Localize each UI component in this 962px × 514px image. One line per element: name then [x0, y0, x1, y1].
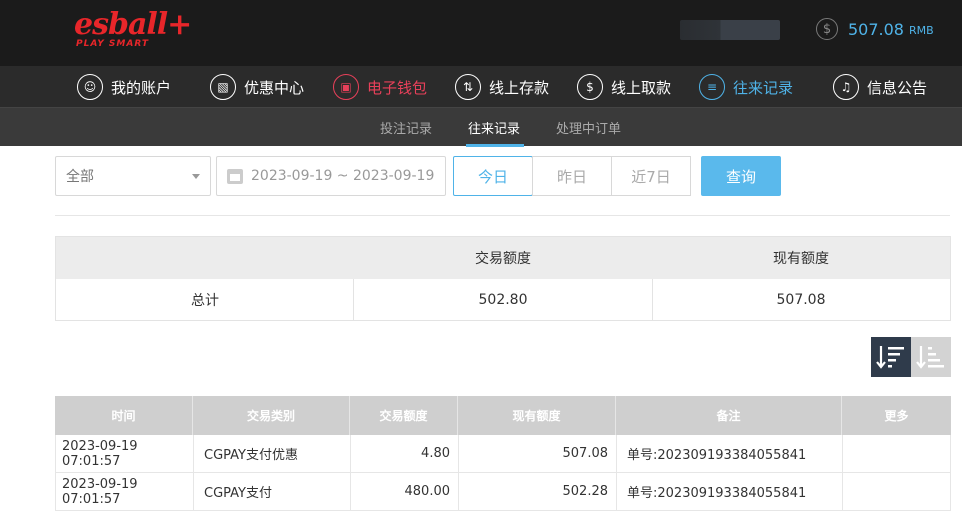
- nav-online-deposit[interactable]: ⇅ 线上存款: [455, 72, 549, 102]
- cell-amount: 4.80: [351, 435, 459, 472]
- active-tab-indicator: [466, 144, 524, 147]
- main-nav: ☺ 我的账户 ▧ 优惠中心 ▣ 电子钱包 ⇅ 线上存款 $ 线上取款 ≡ 往来记…: [0, 66, 962, 107]
- dollar-coin-icon: $: [816, 18, 838, 40]
- nav-transaction-records[interactable]: ≡ 往来记录: [699, 72, 793, 102]
- summary-table: 交易额度 现有额度 总计 502.80 507.08: [55, 236, 951, 321]
- date-range-input[interactable]: 2023-09-19 ~ 2023-09-19: [216, 156, 446, 196]
- range-last7days-button[interactable]: 近7日: [611, 156, 691, 196]
- tab-bet-records[interactable]: 投注记录: [380, 118, 432, 137]
- cell-balance: 502.28: [459, 473, 617, 510]
- nav-label: 优惠中心: [244, 78, 305, 97]
- wallet-icon: ▣: [333, 74, 359, 100]
- range-yesterday-button[interactable]: 昨日: [532, 156, 612, 196]
- balance-unit: RMB: [908, 24, 934, 37]
- nav-online-withdraw[interactable]: $ 线上取款: [577, 72, 671, 102]
- masked-username: [680, 20, 780, 40]
- range-today-button[interactable]: 今日: [453, 156, 533, 196]
- cell-note: 单号:202309193384055841: [617, 473, 843, 510]
- nav-e-wallet[interactable]: ▣ 电子钱包: [333, 72, 427, 102]
- withdraw-icon: $: [577, 74, 603, 100]
- nav-label: 我的账户: [111, 78, 172, 97]
- tab-transaction-records[interactable]: 往来记录: [468, 118, 520, 137]
- summary-total-label: 总计: [191, 292, 219, 309]
- records-icon: ≡: [699, 74, 725, 100]
- nav-announcements[interactable]: ♫ 信息公告: [833, 72, 927, 102]
- sort-desc-button[interactable]: [871, 337, 911, 377]
- cell-more[interactable]: [843, 473, 951, 510]
- balance-display: $ 507.08 RMB: [816, 17, 934, 41]
- cell-balance: 507.08: [459, 435, 617, 472]
- column-header-category[interactable]: 交易类别: [193, 396, 350, 435]
- top-header: esball+ PLAY SMART $ 507.08 RMB: [0, 0, 962, 66]
- esball-logo[interactable]: esball+ PLAY SMART: [74, 8, 192, 52]
- gift-icon: ▧: [210, 74, 236, 100]
- column-header-amount[interactable]: 交易额度: [350, 396, 458, 435]
- tab-pending-orders[interactable]: 处理中订单: [556, 118, 621, 137]
- nav-promotions[interactable]: ▧ 优惠中心: [210, 72, 304, 102]
- cell-note: 单号:202309193384055841: [617, 435, 843, 472]
- chevron-down-icon: [192, 174, 200, 179]
- sub-nav: 投注记录 往来记录 处理中订单: [0, 107, 962, 147]
- cell-time: 2023-09-19 07:01:57: [56, 473, 194, 510]
- divider: [55, 215, 950, 216]
- column-header-time[interactable]: 时间: [55, 396, 193, 435]
- summary-header-amount: 交易额度: [475, 251, 531, 267]
- nav-label: 信息公告: [867, 78, 928, 97]
- nav-label: 线上存款: [489, 78, 550, 97]
- table-row: 2023-09-19 07:01:57 CGPAY支付优惠 4.80 507.0…: [55, 435, 951, 473]
- type-select[interactable]: 全部: [55, 156, 211, 196]
- logo-tagline: PLAY SMART: [76, 39, 149, 49]
- deposit-icon: ⇅: [455, 74, 481, 100]
- logo-wordmark: esball+: [74, 7, 192, 42]
- summary-transaction-total: 502.80: [478, 291, 528, 308]
- nav-label: 线上取款: [611, 78, 672, 97]
- records-table-header: 时间 交易类别 交易额度 现有额度 备注 更多: [55, 396, 951, 435]
- sort-asc-button[interactable]: [911, 337, 951, 377]
- nav-my-account[interactable]: ☺ 我的账户: [77, 72, 171, 102]
- summary-header-balance: 现有额度: [773, 251, 829, 267]
- cell-category: CGPAY支付: [194, 473, 351, 510]
- column-header-note[interactable]: 备注: [616, 396, 842, 435]
- calendar-icon: [227, 168, 243, 184]
- sort-desc-icon: [876, 346, 904, 369]
- cell-category: CGPAY支付优惠: [194, 435, 351, 472]
- column-header-balance[interactable]: 现有额度: [458, 396, 616, 435]
- column-header-more[interactable]: 更多: [842, 396, 951, 435]
- summary-current-total: 507.08: [776, 291, 826, 308]
- nav-label: 电子钱包: [367, 78, 428, 97]
- cell-amount: 480.00: [351, 473, 459, 510]
- user-icon: ☺: [77, 74, 103, 100]
- query-button[interactable]: 查询: [701, 156, 781, 196]
- sort-asc-icon: [916, 346, 944, 369]
- cell-time: 2023-09-19 07:01:57: [56, 435, 194, 472]
- date-range-value: 2023-09-19 ~ 2023-09-19: [251, 168, 435, 184]
- table-row: 2023-09-19 07:01:57 CGPAY支付 480.00 502.2…: [55, 473, 951, 511]
- balance-amount: 507.08: [848, 19, 904, 39]
- bell-icon: ♫: [833, 74, 859, 100]
- nav-label: 往来记录: [733, 78, 794, 97]
- type-select-value: 全部: [66, 169, 94, 185]
- cell-more[interactable]: [843, 435, 951, 472]
